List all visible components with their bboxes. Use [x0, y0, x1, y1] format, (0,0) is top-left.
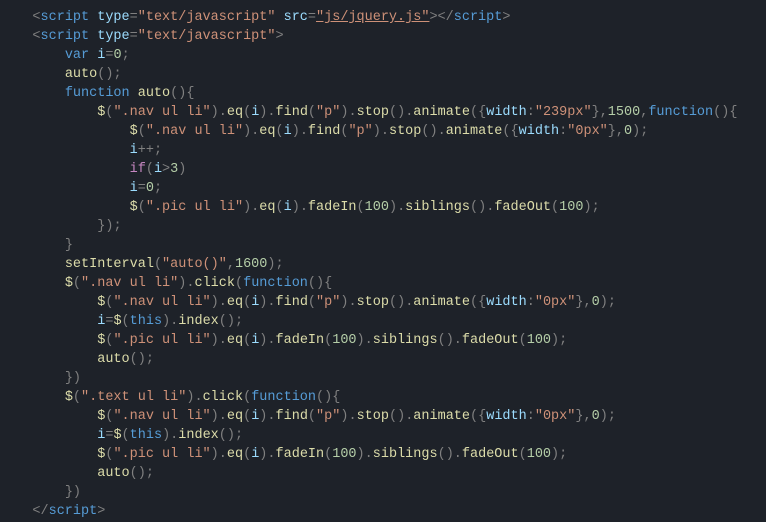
- code-line: <script type="text/javascript" src="js/j…: [0, 10, 510, 25]
- code-line: $(".text ul li").click(function(){: [0, 390, 340, 405]
- code-line: function auto(){: [0, 86, 194, 101]
- code-line: i=$(this).index();: [0, 314, 243, 329]
- code-line: $(".nav ul li").eq(i).find("p").stop().a…: [0, 105, 737, 120]
- code-line: $(".nav ul li").eq(i).find("p").stop().a…: [0, 409, 616, 424]
- code-line: });: [0, 219, 122, 234]
- code-line: $(".nav ul li").click(function(){: [0, 276, 332, 291]
- code-line: $(".nav ul li").eq(i).find("p").stop().a…: [0, 295, 616, 310]
- code-line: var i=0;: [0, 48, 130, 63]
- code-line: $(".pic ul li").eq(i).fadeIn(100).siblin…: [0, 200, 600, 215]
- code-line: i=$(this).index();: [0, 428, 243, 443]
- code-line: setInterval("auto()",1600);: [0, 257, 284, 272]
- code-line: }): [0, 371, 81, 386]
- code-line: auto();: [0, 67, 122, 82]
- code-line: $(".pic ul li").eq(i).fadeIn(100).siblin…: [0, 447, 567, 462]
- code-line: i++;: [0, 143, 162, 158]
- code-line: $(".nav ul li").eq(i).find("p").stop().a…: [0, 124, 648, 139]
- code-line: <script type="text/javascript">: [0, 29, 284, 44]
- code-line: auto();: [0, 466, 154, 481]
- code-line: $(".pic ul li").eq(i).fadeIn(100).siblin…: [0, 333, 567, 348]
- src-link[interactable]: "js/jquery.js": [316, 10, 429, 25]
- code-line: if(i>3): [0, 162, 186, 177]
- code-line: }): [0, 485, 81, 500]
- code-line: i=0;: [0, 181, 162, 196]
- code-block: <script type="text/javascript" src="js/j…: [0, 0, 766, 521]
- code-line: </script>: [0, 504, 105, 519]
- code-line: auto();: [0, 352, 154, 367]
- code-line: }: [0, 238, 73, 253]
